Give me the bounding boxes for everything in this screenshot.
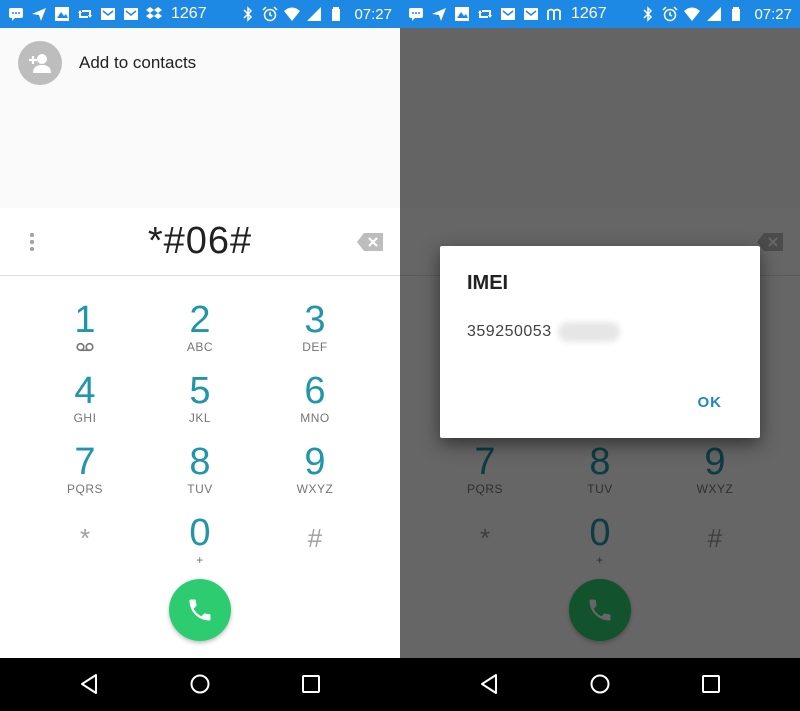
status-bar: 1267 07:27 xyxy=(0,0,400,28)
gmail-m-icon xyxy=(546,6,562,22)
dial-key-0[interactable]: 0 + xyxy=(145,513,255,579)
dial-key-1[interactable]: 1 xyxy=(30,300,140,366)
battery-icon xyxy=(728,6,744,22)
more-options-icon[interactable] xyxy=(22,230,42,254)
retweet-icon xyxy=(477,6,493,22)
dial-key-3[interactable]: 3 DEF xyxy=(260,300,370,366)
retweet-icon xyxy=(77,6,93,22)
dial-key-9[interactable]: 9 WXYZ xyxy=(260,442,370,508)
recents-icon[interactable] xyxy=(699,672,723,696)
redacted-digits xyxy=(558,322,620,342)
image-icon xyxy=(54,6,70,22)
dial-key-8[interactable]: 8 TUV xyxy=(145,442,255,508)
wifi-icon xyxy=(684,6,701,22)
back-icon[interactable] xyxy=(478,672,502,696)
dialed-digits[interactable]: *#06# xyxy=(60,220,340,263)
add-to-contacts-label: Add to contacts xyxy=(79,53,197,72)
phone-screen-right: 1267 07:27 7 PQRS 8 TUV 9 WXYZ * xyxy=(400,0,800,711)
phone-screen-left: 1267 07:27 Add to contacts *#06# 1 2 ABC… xyxy=(0,0,400,711)
status-count: 1267 xyxy=(171,5,207,22)
status-count: 1267 xyxy=(571,5,607,22)
status-time: 07:27 xyxy=(354,5,392,23)
alarm-icon xyxy=(662,6,678,22)
mail-icon xyxy=(523,6,539,22)
wifi-icon xyxy=(284,6,301,22)
digits-bar: *#06# xyxy=(0,208,400,276)
home-icon[interactable] xyxy=(588,672,612,696)
recents-icon[interactable] xyxy=(299,672,323,696)
mail-icon xyxy=(123,6,139,22)
send-icon xyxy=(431,6,447,22)
signal-icon xyxy=(306,6,322,22)
dial-key-7[interactable]: 7 PQRS xyxy=(30,442,140,508)
mail-icon xyxy=(500,6,516,22)
dial-key-2[interactable]: 2 ABC xyxy=(145,300,255,366)
imei-dialog: IMEI 359250053 OK xyxy=(440,246,760,438)
status-time: 07:27 xyxy=(754,5,792,23)
mail-icon xyxy=(100,6,116,22)
voicemail-icon xyxy=(76,342,94,352)
imei-value: 359250053 xyxy=(467,323,552,340)
add-contact-icon xyxy=(18,41,62,85)
call-button[interactable] xyxy=(169,579,231,641)
signal-icon xyxy=(706,6,722,22)
bluetooth-icon xyxy=(240,6,256,22)
dropbox-icon xyxy=(146,6,162,22)
backspace-icon[interactable] xyxy=(356,232,384,252)
status-bar: 1267 07:27 xyxy=(400,0,800,28)
ok-button[interactable]: OK xyxy=(698,394,723,411)
message-icon xyxy=(8,6,24,22)
dial-key-4[interactable]: 4 GHI xyxy=(30,371,140,437)
alarm-icon xyxy=(262,6,278,22)
dial-key-hash[interactable]: # xyxy=(260,510,370,576)
phone-icon xyxy=(189,599,211,621)
bluetooth-icon xyxy=(640,6,656,22)
back-icon[interactable] xyxy=(78,672,102,696)
contacts-suggestions: Add to contacts xyxy=(0,28,400,208)
home-icon[interactable] xyxy=(188,672,212,696)
image-icon xyxy=(454,6,470,22)
send-icon xyxy=(31,6,47,22)
message-icon xyxy=(408,6,424,22)
dialog-title: IMEI xyxy=(467,272,509,294)
dial-key-star[interactable]: * xyxy=(30,510,140,576)
navigation-bar xyxy=(0,658,400,711)
battery-icon xyxy=(328,6,344,22)
dial-key-5[interactable]: 5 JKL xyxy=(145,371,255,437)
navigation-bar xyxy=(400,658,800,711)
add-to-contacts-row[interactable]: Add to contacts xyxy=(18,41,196,85)
dial-key-6[interactable]: 6 MNO xyxy=(260,371,370,437)
